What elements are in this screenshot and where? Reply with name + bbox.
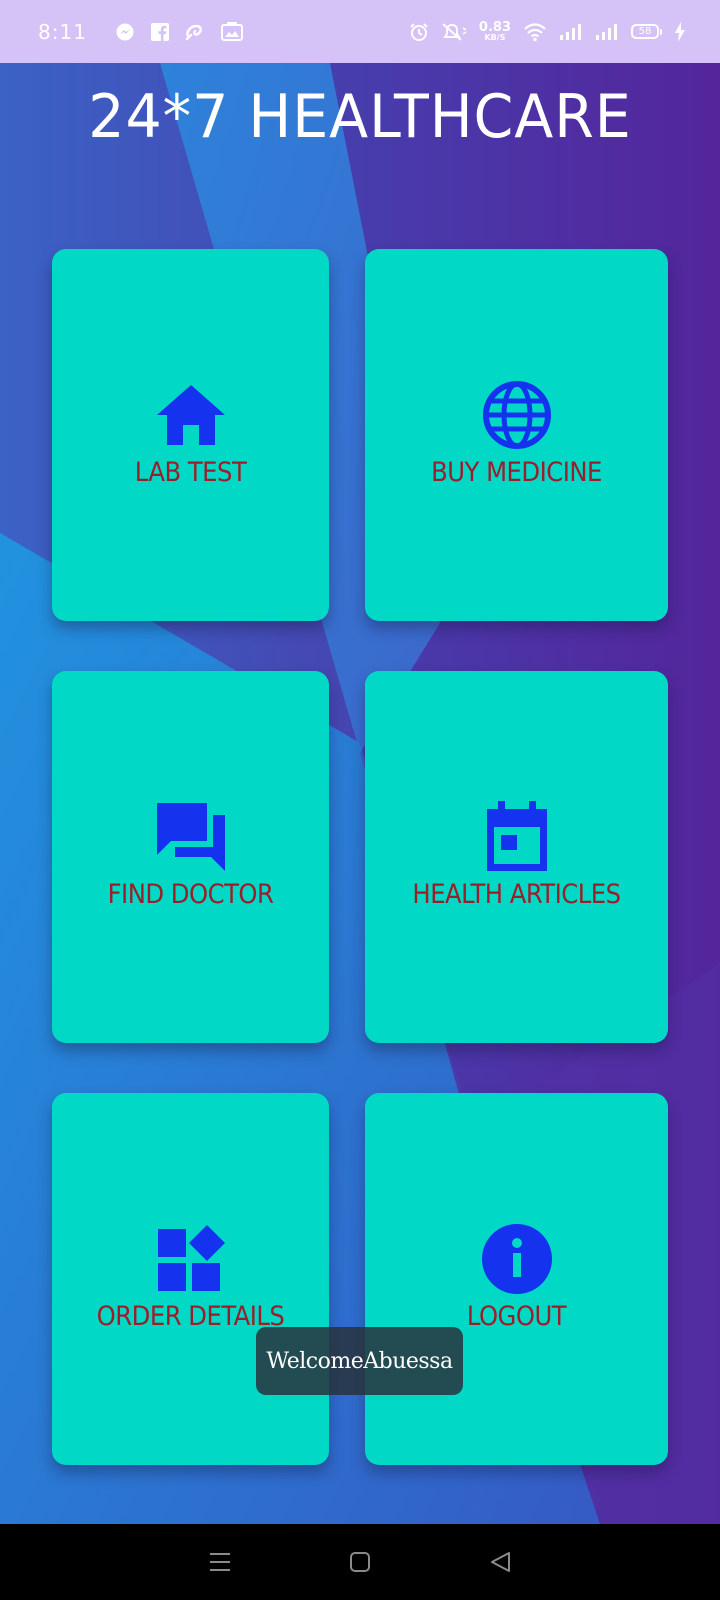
messenger-icon (115, 22, 135, 42)
find-doctor-label: FIND DOCTOR (107, 879, 274, 910)
signal-icon (595, 23, 619, 41)
logout-label: LOGOUT (466, 1301, 567, 1332)
wifi-icon (523, 22, 547, 42)
order-details-content: ORDER DETAILS (52, 1223, 329, 1332)
alarm-icon (409, 22, 429, 42)
status-left: 8:11 (38, 20, 243, 44)
net-speed-unit: KB/S (484, 33, 506, 42)
battery-icon: 58 (631, 24, 662, 39)
order-details-label: ORDER DETAILS (96, 1301, 285, 1332)
app-title: 24*7 HEALTHCARE (88, 82, 632, 152)
lab-test-label: LAB TEST (134, 457, 247, 488)
buy-medicine-content: BUY MEDICINE (365, 379, 668, 488)
globe-icon (481, 379, 553, 451)
home-square-icon[interactable] (340, 1542, 380, 1582)
health-articles-label: HEALTH ARTICLES (412, 879, 621, 910)
battery-tip (660, 28, 662, 35)
health-articles-content: HEALTH ARTICLES (365, 801, 668, 910)
calendar-icon (481, 801, 553, 873)
lab-test-content: LAB TEST (52, 379, 329, 488)
info-icon (481, 1223, 553, 1295)
health-articles-card[interactable]: HEALTH ARTICLES (365, 671, 668, 1043)
lab-test-card[interactable]: LAB TEST (52, 249, 329, 621)
menu-icon[interactable] (200, 1542, 240, 1582)
nav-bar (0, 1524, 720, 1600)
widgets-icon (155, 1223, 227, 1295)
logout-card[interactable]: LOGOUT (365, 1093, 668, 1465)
order-details-card[interactable]: ORDER DETAILS (52, 1093, 329, 1465)
screen: 8:11 0.83 KB/S 58 24*7 HEALTHCARE LAB TE… (0, 0, 720, 1600)
status-time: 8:11 (38, 19, 87, 44)
charging-icon (674, 21, 686, 42)
welcome-toast: WelcomeAbuessa (256, 1327, 463, 1395)
buy-medicine-label: BUY MEDICINE (431, 457, 602, 488)
net-speed: 0.83 KB/S (479, 21, 511, 42)
chat-icon (155, 801, 227, 873)
airtel-icon (185, 23, 205, 41)
silent-icon (441, 22, 467, 42)
facebook-icon (150, 22, 169, 41)
status-bar: 8:11 0.83 KB/S 58 (0, 0, 720, 63)
battery-level: 58 (631, 24, 659, 39)
back-icon[interactable] (480, 1542, 520, 1582)
signal-icon (559, 23, 583, 41)
buy-medicine-card[interactable]: BUY MEDICINE (365, 249, 668, 621)
find-doctor-content: FIND DOCTOR (52, 801, 329, 910)
status-right: 0.83 KB/S 58 (409, 21, 686, 42)
logout-content: LOGOUT (365, 1223, 668, 1332)
gallery-icon (220, 21, 243, 42)
find-doctor-card[interactable]: FIND DOCTOR (52, 671, 329, 1043)
home-icon (155, 379, 227, 451)
